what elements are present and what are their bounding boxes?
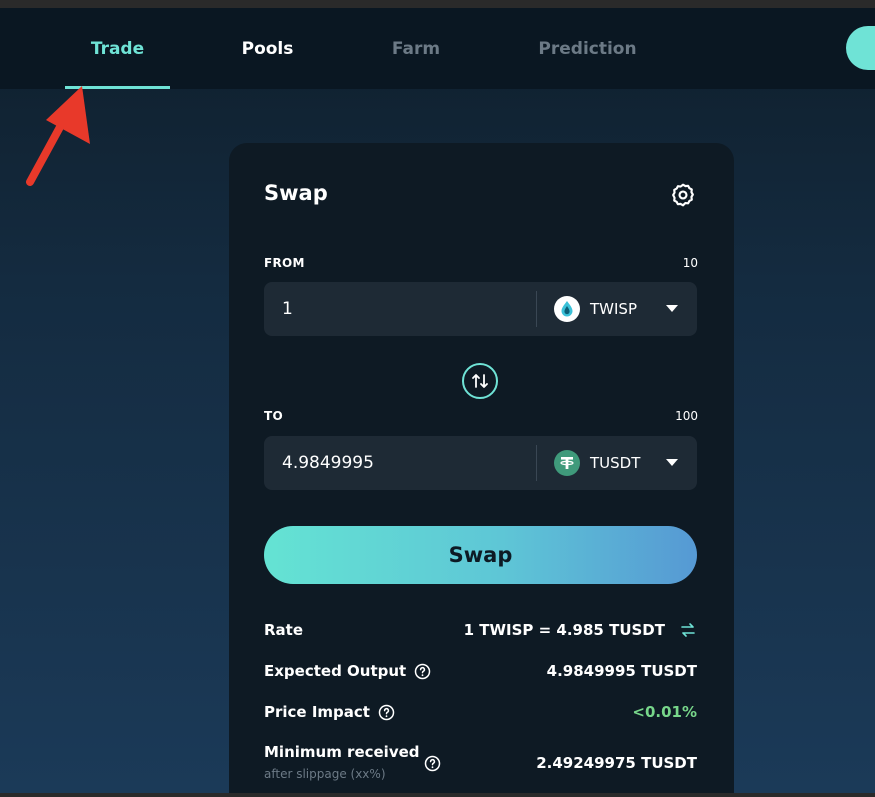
to-token-row: TUSDT — [264, 436, 697, 490]
to-balance: 100 — [675, 409, 698, 423]
swap-arrows-icon — [472, 374, 488, 388]
swap-title: Swap — [264, 181, 328, 205]
from-token-name: TWISP — [590, 300, 637, 318]
price-impact-label-wrap: Price Impact — [264, 703, 395, 721]
help-icon[interactable] — [424, 755, 441, 772]
chevron-down-icon — [666, 459, 678, 466]
top-navigation: Trade Pools Farm Prediction — [0, 8, 875, 89]
expected-output-row: Expected Output 4.9849995 TUSDT — [264, 662, 697, 686]
window-frame: Trade Pools Farm Prediction Swap FROM 10 — [0, 0, 875, 797]
price-impact-value: <0.01% — [632, 703, 697, 721]
twisp-drop-icon — [554, 296, 580, 322]
to-token-name: TUSDT — [590, 454, 641, 472]
app-root: Trade Pools Farm Prediction Swap FROM 10 — [0, 8, 875, 793]
tab-trade[interactable]: Trade — [65, 8, 170, 89]
rate-label: Rate — [264, 621, 304, 639]
rate-value-wrap: 1 TWISP = 4.985 TUSDT — [464, 621, 697, 639]
tab-pools[interactable]: Pools — [225, 8, 310, 89]
swap-button[interactable]: Swap — [264, 526, 697, 584]
to-divider — [536, 445, 537, 481]
settings-button[interactable] — [669, 181, 697, 209]
tab-farm[interactable]: Farm — [375, 8, 457, 89]
tab-prediction[interactable]: Prediction — [525, 8, 650, 89]
minimum-received-label: Minimum received — [264, 743, 420, 761]
price-impact-row: Price Impact <0.01% — [264, 703, 697, 727]
help-icon[interactable] — [414, 663, 431, 680]
to-token-select[interactable]: TUSDT — [554, 436, 689, 490]
invert-rate-button[interactable] — [679, 621, 697, 639]
to-amount-input[interactable] — [282, 436, 522, 490]
from-divider — [536, 291, 537, 327]
rate-row: Rate 1 TWISP = 4.985 TUSDT — [264, 621, 697, 645]
price-impact-label: Price Impact — [264, 703, 370, 721]
expected-output-value: 4.9849995 TUSDT — [546, 662, 697, 680]
expected-output-label: Expected Output — [264, 662, 407, 680]
from-label: FROM — [264, 256, 305, 270]
expected-output-label-wrap: Expected Output — [264, 662, 431, 680]
minimum-received-row: Minimum received after slippage (xx%) 2.… — [264, 743, 697, 787]
to-label: TO — [264, 409, 283, 423]
rate-value: 1 TWISP = 4.985 TUSDT — [463, 621, 665, 639]
switch-direction-button[interactable] — [462, 363, 498, 399]
from-balance: 10 — [682, 256, 698, 270]
from-token-select[interactable]: TWISP — [554, 282, 689, 336]
help-icon[interactable] — [378, 704, 395, 721]
wallet-button[interactable] — [846, 26, 875, 70]
minimum-received-value: 2.49249975 TUSDT — [536, 754, 697, 772]
from-amount-input[interactable] — [282, 282, 522, 336]
slippage-note: after slippage (xx%) — [264, 767, 386, 781]
swap-card: Swap FROM 10 1 TWISP TO 100 4.9849995 TU… — [229, 143, 734, 793]
from-token-row: TWISP — [264, 282, 697, 336]
swap-horizontal-icon — [681, 623, 695, 637]
chevron-down-icon — [666, 305, 678, 312]
annotation-arrow-icon — [26, 86, 90, 186]
gear-icon — [672, 183, 694, 207]
tether-icon — [554, 450, 580, 476]
